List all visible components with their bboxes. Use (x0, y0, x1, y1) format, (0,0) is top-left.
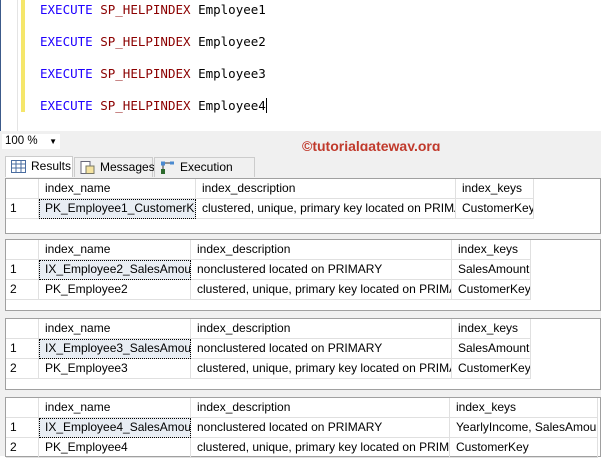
grid-icon (11, 160, 26, 173)
table-name: Employee1 (198, 2, 266, 17)
code-line: EXECUTE SP_HELPINDEX Employee3 (40, 66, 266, 81)
table-row[interactable]: 2 PK_Employee4 clustered, unique, primary … (6, 438, 600, 458)
row-number[interactable]: 1 (6, 199, 39, 219)
column-header[interactable]: index_description (196, 179, 456, 199)
table-cell[interactable]: CustomerKey (450, 438, 598, 458)
messages-icon (80, 161, 95, 174)
column-header[interactable]: index_name (39, 398, 191, 418)
results-tabs: Results Messages Execution plan (0, 151, 601, 193)
chevron-down-icon: ▼ (49, 137, 57, 146)
column-header[interactable]: index_keys (452, 319, 531, 339)
zoom-select[interactable]: 100 % ▼ (2, 134, 60, 149)
row-number-header (6, 240, 39, 260)
table-row[interactable]: 1 IX_Employee3_SalesAmount nonclustered lo… (6, 339, 600, 359)
column-header[interactable]: index_name (39, 319, 191, 339)
column-header[interactable]: index_keys (450, 398, 598, 418)
table-cell[interactable]: CustomerKey (452, 280, 531, 300)
keyword: EXECUTE (40, 66, 93, 81)
table-row[interactable]: 2 PK_Employee2 clustered, unique, primary … (6, 280, 600, 300)
code-line: EXECUTE SP_HELPINDEX Employee2 (40, 34, 266, 49)
tab-results[interactable]: Results (5, 156, 73, 177)
table-cell[interactable]: IX_Employee4_SalesAmount (39, 418, 191, 438)
header-row: index_name index_description index_keys (6, 398, 600, 418)
procedure-name: SP_HELPINDEX (100, 2, 191, 17)
table-row[interactable]: 1 PK_Employee1_CustomerKey clustered, uniq… (6, 199, 600, 219)
header-row: index_name index_description index_keys (6, 319, 600, 339)
table-cell[interactable]: CustomerKey (456, 199, 534, 219)
zoom-bar: 100 % ▼ (0, 131, 601, 151)
table-cell[interactable]: PK_Employee4 (39, 438, 191, 458)
result-grid[interactable]: index_name index_description index_keys 1 IX… (5, 397, 601, 458)
table-name: Employee2 (198, 34, 266, 49)
table-row[interactable]: 1 IX_Employee2_SalesAmount nonclustered lo… (6, 260, 600, 280)
table-name: Employee4 (198, 98, 266, 113)
column-header[interactable]: index_keys (452, 240, 531, 260)
row-number[interactable]: 1 (6, 260, 39, 280)
table-cell[interactable]: CustomerKey (452, 359, 531, 379)
table-cell[interactable]: PK_Employee1_CustomerKey (39, 199, 196, 219)
execution-plan-icon (161, 161, 174, 174)
row-number[interactable]: 1 (6, 418, 39, 438)
result-grid[interactable]: index_name index_description index_keys 1 PK… (5, 178, 601, 234)
column-header[interactable]: index_description (191, 240, 452, 260)
row-number[interactable]: 2 (6, 280, 39, 300)
table-cell[interactable]: clustered, unique, primary key located o… (191, 280, 452, 300)
procedure-name: SP_HELPINDEX (100, 34, 191, 49)
table-cell[interactable]: IX_Employee2_SalesAmount (39, 260, 191, 280)
column-header[interactable]: index_name (39, 240, 191, 260)
table-cell[interactable]: clustered, unique, primary key located o… (191, 359, 452, 379)
row-number[interactable]: 2 (6, 359, 39, 379)
table-cell[interactable]: SalesAmount (452, 339, 531, 359)
code-line: EXECUTE SP_HELPINDEX Employee1 (40, 2, 266, 17)
column-header[interactable]: index_keys (456, 179, 534, 199)
table-row[interactable]: 2 PK_Employee3 clustered, unique, primary … (6, 359, 600, 379)
query-editor[interactable]: EXECUTE SP_HELPINDEX Employee1 EXECUTE SP… (0, 0, 601, 131)
table-cell[interactable]: YearlyIncome, SalesAmount (450, 418, 598, 438)
keyword: EXECUTE (40, 2, 93, 17)
table-cell[interactable]: nonclustered located on PRIMARY (191, 260, 452, 280)
keyword: EXECUTE (40, 34, 93, 49)
table-cell[interactable]: clustered, unique, primary key located o… (191, 438, 450, 458)
tab-messages[interactable]: Messages (74, 157, 155, 177)
code-line: EXECUTE SP_HELPINDEX Employee4 (40, 98, 267, 113)
change-marker (21, 0, 25, 112)
row-number-header (6, 319, 39, 339)
result-grid[interactable]: index_name index_description index_keys 1 IX… (5, 239, 601, 311)
table-cell[interactable]: IX_Employee3_SalesAmount (39, 339, 191, 359)
procedure-name: SP_HELPINDEX (100, 66, 191, 81)
editor-gutter (0, 0, 18, 131)
column-header[interactable]: index_description (191, 319, 452, 339)
table-cell[interactable]: PK_Employee2 (39, 280, 191, 300)
keyword: EXECUTE (40, 98, 93, 113)
header-row: index_name index_description index_keys (6, 240, 600, 260)
table-cell[interactable]: nonclustered located on PRIMARY (191, 339, 452, 359)
column-header[interactable]: index_description (191, 398, 450, 418)
table-cell[interactable]: nonclustered located on PRIMARY (191, 418, 450, 438)
table-cell[interactable]: clustered, unique, primary key located o… (196, 199, 456, 219)
column-header[interactable]: index_name (39, 179, 196, 199)
text-caret (265, 98, 267, 113)
row-number-header (6, 398, 39, 418)
row-number-header (6, 179, 39, 199)
table-name: Employee3 (198, 66, 266, 81)
table-cell[interactable]: PK_Employee3 (39, 359, 191, 379)
row-number[interactable]: 1 (6, 339, 39, 359)
table-row[interactable]: 1 IX_Employee4_SalesAmount nonclustered lo… (6, 418, 600, 438)
result-grid[interactable]: index_name index_description index_keys 1 IX… (5, 318, 601, 390)
results-pane: index_name index_description index_keys 1 PK… (0, 177, 601, 458)
procedure-name: SP_HELPINDEX (100, 98, 191, 113)
table-cell[interactable]: SalesAmount (452, 260, 531, 280)
tab-execution-plan[interactable]: Execution plan (154, 157, 255, 193)
header-row: index_name index_description index_keys (6, 179, 600, 199)
row-number[interactable]: 2 (6, 438, 39, 458)
